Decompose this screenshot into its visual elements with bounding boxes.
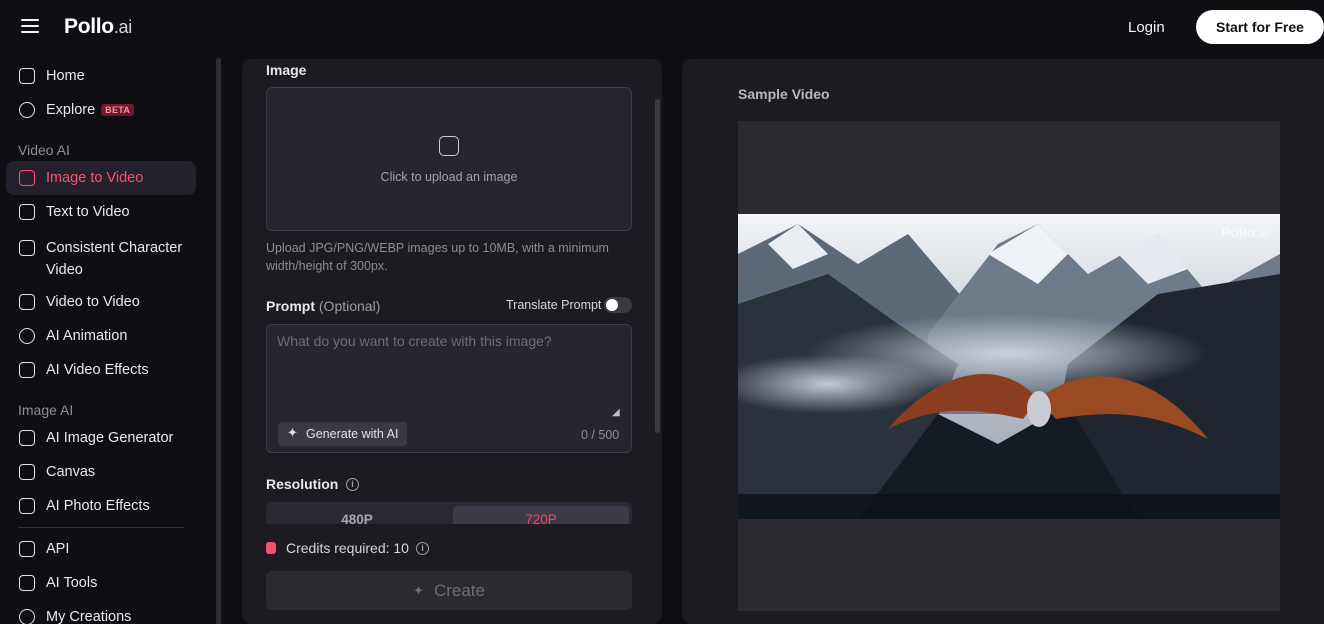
toolbox-icon xyxy=(19,575,35,591)
sidebar-item-label: Home xyxy=(46,68,85,84)
sidebar-item-label: AI Animation xyxy=(46,328,128,344)
generate-with-ai-label: Generate with AI xyxy=(306,427,399,441)
text-video-icon xyxy=(19,204,35,220)
char-counter: 0 / 500 xyxy=(581,428,620,442)
image-upload-area[interactable]: Click to upload an image xyxy=(266,87,632,231)
sidebar-item-label-line2: Video xyxy=(46,262,83,278)
sidebar-item-ai-photo-effects[interactable]: AI Photo Effects xyxy=(6,494,196,518)
translate-prompt-label: Translate Prompt xyxy=(506,298,602,312)
sidebar-scrollbar[interactable] xyxy=(216,58,221,624)
prompt-box: ◢ ✦ Generate with AI 0 / 500 xyxy=(266,324,632,453)
effects-grid-icon xyxy=(19,362,35,378)
user-icon xyxy=(19,609,35,624)
hamburger-menu-icon[interactable] xyxy=(21,19,39,34)
logo-suffix: .ai xyxy=(113,17,132,37)
home-icon xyxy=(19,68,35,84)
sidebar-item-canvas[interactable]: Canvas xyxy=(6,460,196,484)
sample-video-panel: Sample Video Pollo.ai xyxy=(682,59,1324,624)
canvas-icon xyxy=(19,464,35,480)
prompt-optional: (Optional) xyxy=(318,298,381,314)
prompt-input[interactable] xyxy=(277,333,617,413)
image-upload-icon xyxy=(439,136,459,156)
section-title-image-ai: Image AI xyxy=(18,402,74,418)
resolution-480p-option[interactable]: 480P xyxy=(269,506,445,524)
character-icon xyxy=(19,240,35,256)
resolution-label: Resolution xyxy=(266,476,339,492)
create-label: Create xyxy=(433,580,485,600)
image-to-video-form: Image Click to upload an image Upload JP… xyxy=(242,59,662,624)
logo-main: Pollo xyxy=(64,15,114,38)
generate-with-ai-button[interactable]: ✦ Generate with AI xyxy=(278,422,408,446)
resolution-selector: 480P 720P xyxy=(266,502,632,524)
sidebar-item-label-line1: Consistent Character xyxy=(46,240,183,256)
sidebar-item-ai-video-effects[interactable]: AI Video Effects xyxy=(6,358,196,382)
mountain-dragon-scene xyxy=(738,214,1280,519)
credits-required: Credits required: 10 i xyxy=(266,540,429,556)
prompt-label-text: Prompt xyxy=(266,298,315,314)
sample-video-title: Sample Video xyxy=(738,86,830,102)
image-video-icon xyxy=(19,170,35,186)
sidebar-item-home[interactable]: Home xyxy=(6,64,196,88)
sidebar-item-label: Video to Video xyxy=(46,294,140,310)
sample-video-player[interactable]: Pollo.ai xyxy=(738,214,1280,519)
sidebar-item-label: API xyxy=(46,541,70,557)
sidebar-item-explore[interactable]: Explore BETA xyxy=(6,98,196,122)
image-generator-icon xyxy=(19,430,35,446)
form-scrollbar[interactable] xyxy=(655,99,660,433)
sidebar-item-image-to-video[interactable]: Image to Video xyxy=(6,161,196,195)
sidebar-item-label: AI Image Generator xyxy=(46,430,174,446)
beta-badge: BETA xyxy=(101,104,135,116)
sidebar-item-api[interactable]: API xyxy=(6,537,196,561)
sidebar-item-label: Text to Video xyxy=(46,204,130,220)
sidebar-item-label: Canvas xyxy=(46,464,96,480)
sidebar-item-consistent-character-video[interactable]: Consistent Character Video xyxy=(6,234,196,280)
prompt-label: Prompt (Optional) xyxy=(266,298,380,314)
sidebar-item-label: My Creations xyxy=(46,609,132,624)
sidebar-item-my-creations[interactable]: My Creations xyxy=(6,605,196,624)
sidebar-item-label: Image to Video xyxy=(46,170,144,186)
translate-prompt-toggle[interactable] xyxy=(604,297,632,313)
login-link[interactable]: Login xyxy=(1128,19,1165,36)
sparkle-icon: ✦ xyxy=(413,582,424,598)
sidebar-divider xyxy=(18,527,184,528)
compass-icon xyxy=(19,102,35,118)
sidebar-item-ai-image-generator[interactable]: AI Image Generator xyxy=(6,426,196,450)
video-frame: Pollo.ai xyxy=(738,121,1280,611)
api-icon xyxy=(19,541,35,557)
sidebar-item-text-to-video[interactable]: Text to Video xyxy=(6,200,196,224)
credits-info-icon[interactable]: i xyxy=(415,541,429,555)
animation-icon xyxy=(19,328,35,344)
credits-text: Credits required: 10 xyxy=(286,540,409,556)
section-title-video-ai: Video AI xyxy=(18,142,70,158)
video-camera-icon xyxy=(19,294,35,310)
video-watermark: Pollo.ai xyxy=(1221,224,1268,240)
resolution-info-icon[interactable]: i xyxy=(346,478,359,491)
create-button[interactable]: ✦ Create xyxy=(266,571,632,610)
sidebar-item-ai-tools[interactable]: AI Tools xyxy=(6,571,196,595)
credits-coin-icon xyxy=(266,542,276,554)
image-label: Image xyxy=(266,62,307,78)
photo-effects-icon xyxy=(19,498,35,514)
sidebar-item-label: AI Video Effects xyxy=(46,362,149,378)
watermark-suffix: .ai xyxy=(1255,226,1268,240)
sidebar: Home Explore BETA Video AI Image to Vide… xyxy=(0,56,224,624)
sparkle-icon: ✦ xyxy=(287,425,298,440)
start-for-free-button[interactable]: Start for Free xyxy=(1196,10,1324,44)
logo[interactable]: Pollo.ai xyxy=(64,15,132,39)
resolution-720p-option[interactable]: 720P xyxy=(453,506,629,524)
sidebar-item-label: AI Photo Effects xyxy=(46,498,150,514)
resize-handle-icon[interactable]: ◢ xyxy=(612,407,620,418)
sidebar-item-video-to-video[interactable]: Video to Video xyxy=(6,290,196,314)
sidebar-item-label: AI Tools xyxy=(46,575,98,591)
upload-text: Click to upload an image xyxy=(380,170,518,184)
sidebar-item-label: Explore xyxy=(46,102,96,118)
watermark-main: Pollo xyxy=(1221,224,1256,240)
top-header: Pollo.ai Login Start for Free xyxy=(0,0,1324,54)
sidebar-item-ai-animation[interactable]: AI Animation xyxy=(6,324,196,348)
upload-hint: Upload JPG/PNG/WEBP images up to 10MB, w… xyxy=(266,241,609,273)
